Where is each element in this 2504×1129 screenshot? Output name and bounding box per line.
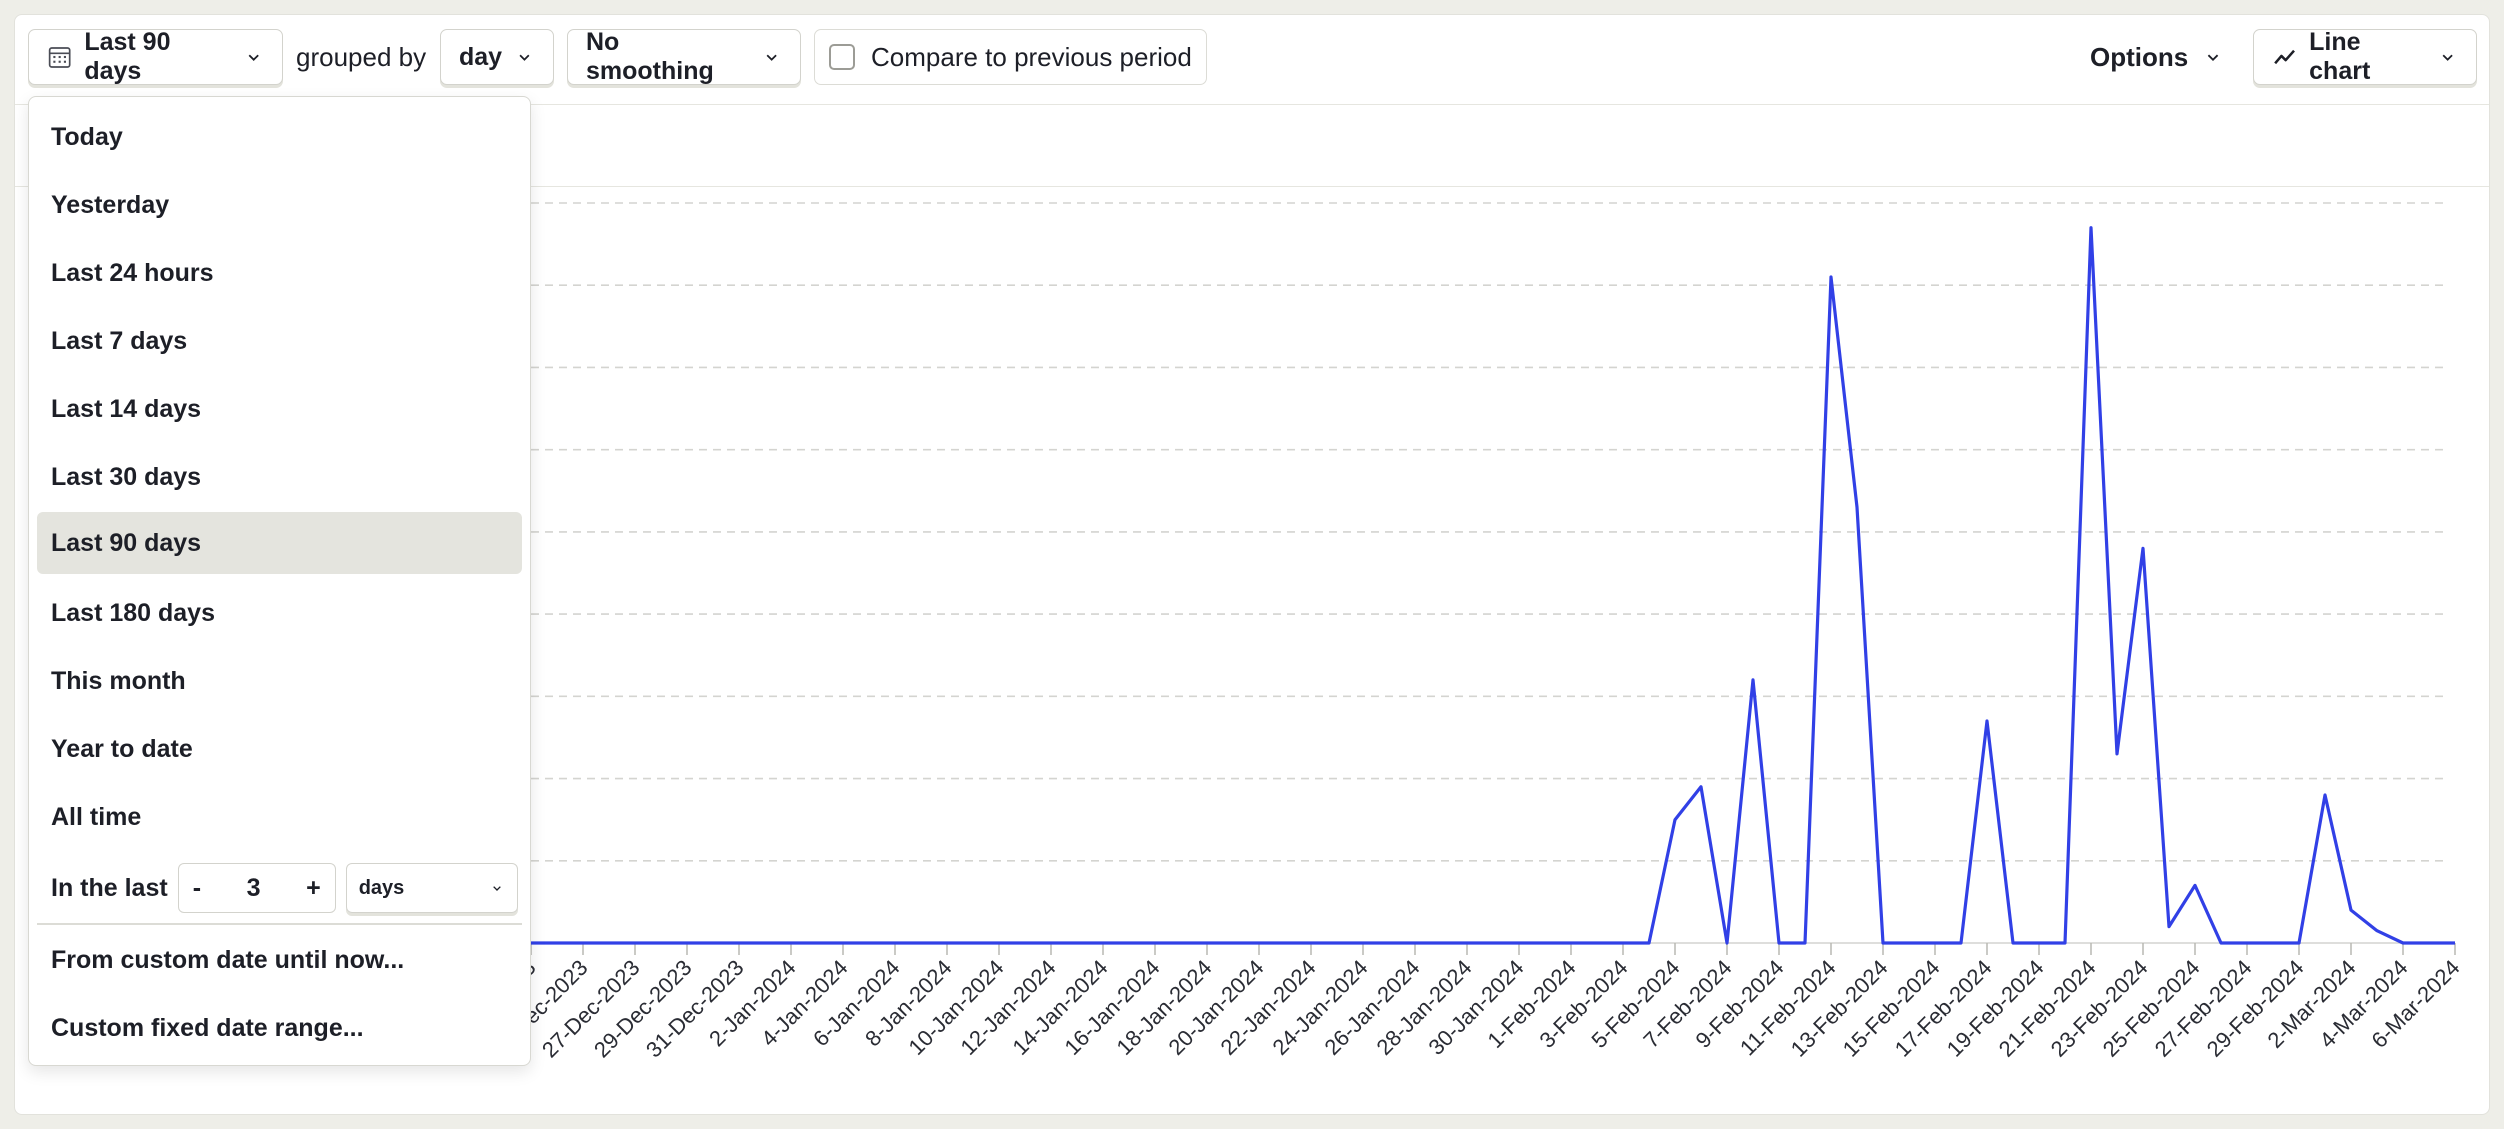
dropdown-item-last-180-days[interactable]: Last 180 days — [37, 582, 522, 644]
dropdown-item-custom-until-now[interactable]: From custom date until now... — [37, 929, 522, 991]
dropdown-item-today[interactable]: Today — [37, 106, 522, 168]
dropdown-item-year-to-date[interactable]: Year to date — [37, 718, 522, 780]
dropdown-item-last-30-days[interactable]: Last 30 days — [37, 446, 522, 508]
unit-value: days — [358, 876, 405, 899]
dropdown-item-yesterday[interactable]: Yesterday — [37, 174, 522, 236]
dropdown-item-this-month[interactable]: This month — [37, 650, 522, 712]
dropdown-item-last-90-days[interactable]: Last 90 days — [37, 512, 522, 574]
dropdown-divider — [37, 923, 522, 925]
dropdown-item-last-14-days[interactable]: Last 14 days — [37, 378, 522, 440]
dropdown-item-custom-fixed-range[interactable]: Custom fixed date range... — [37, 997, 522, 1059]
stepper-value[interactable]: 3 — [247, 874, 261, 903]
chevron-down-icon — [492, 886, 501, 891]
series-line — [531, 226, 2455, 945]
in-the-last-label: In the last — [51, 873, 168, 902]
dropdown-item-all-time[interactable]: All time — [37, 786, 522, 848]
dropdown-item-last-7-days[interactable]: Last 7 days — [37, 310, 522, 372]
unit-select[interactable]: days — [345, 863, 518, 913]
decrement-button[interactable]: - — [193, 874, 201, 903]
quantity-stepper: - 3 + — [177, 863, 336, 913]
increment-button[interactable]: + — [306, 874, 321, 903]
in-the-last-row: In the last - 3 + days — [51, 861, 518, 915]
dropdown-item-last-24-hours[interactable]: Last 24 hours — [37, 242, 522, 304]
date-range-dropdown: Today Yesterday Last 24 hours Last 7 day… — [28, 96, 531, 1066]
